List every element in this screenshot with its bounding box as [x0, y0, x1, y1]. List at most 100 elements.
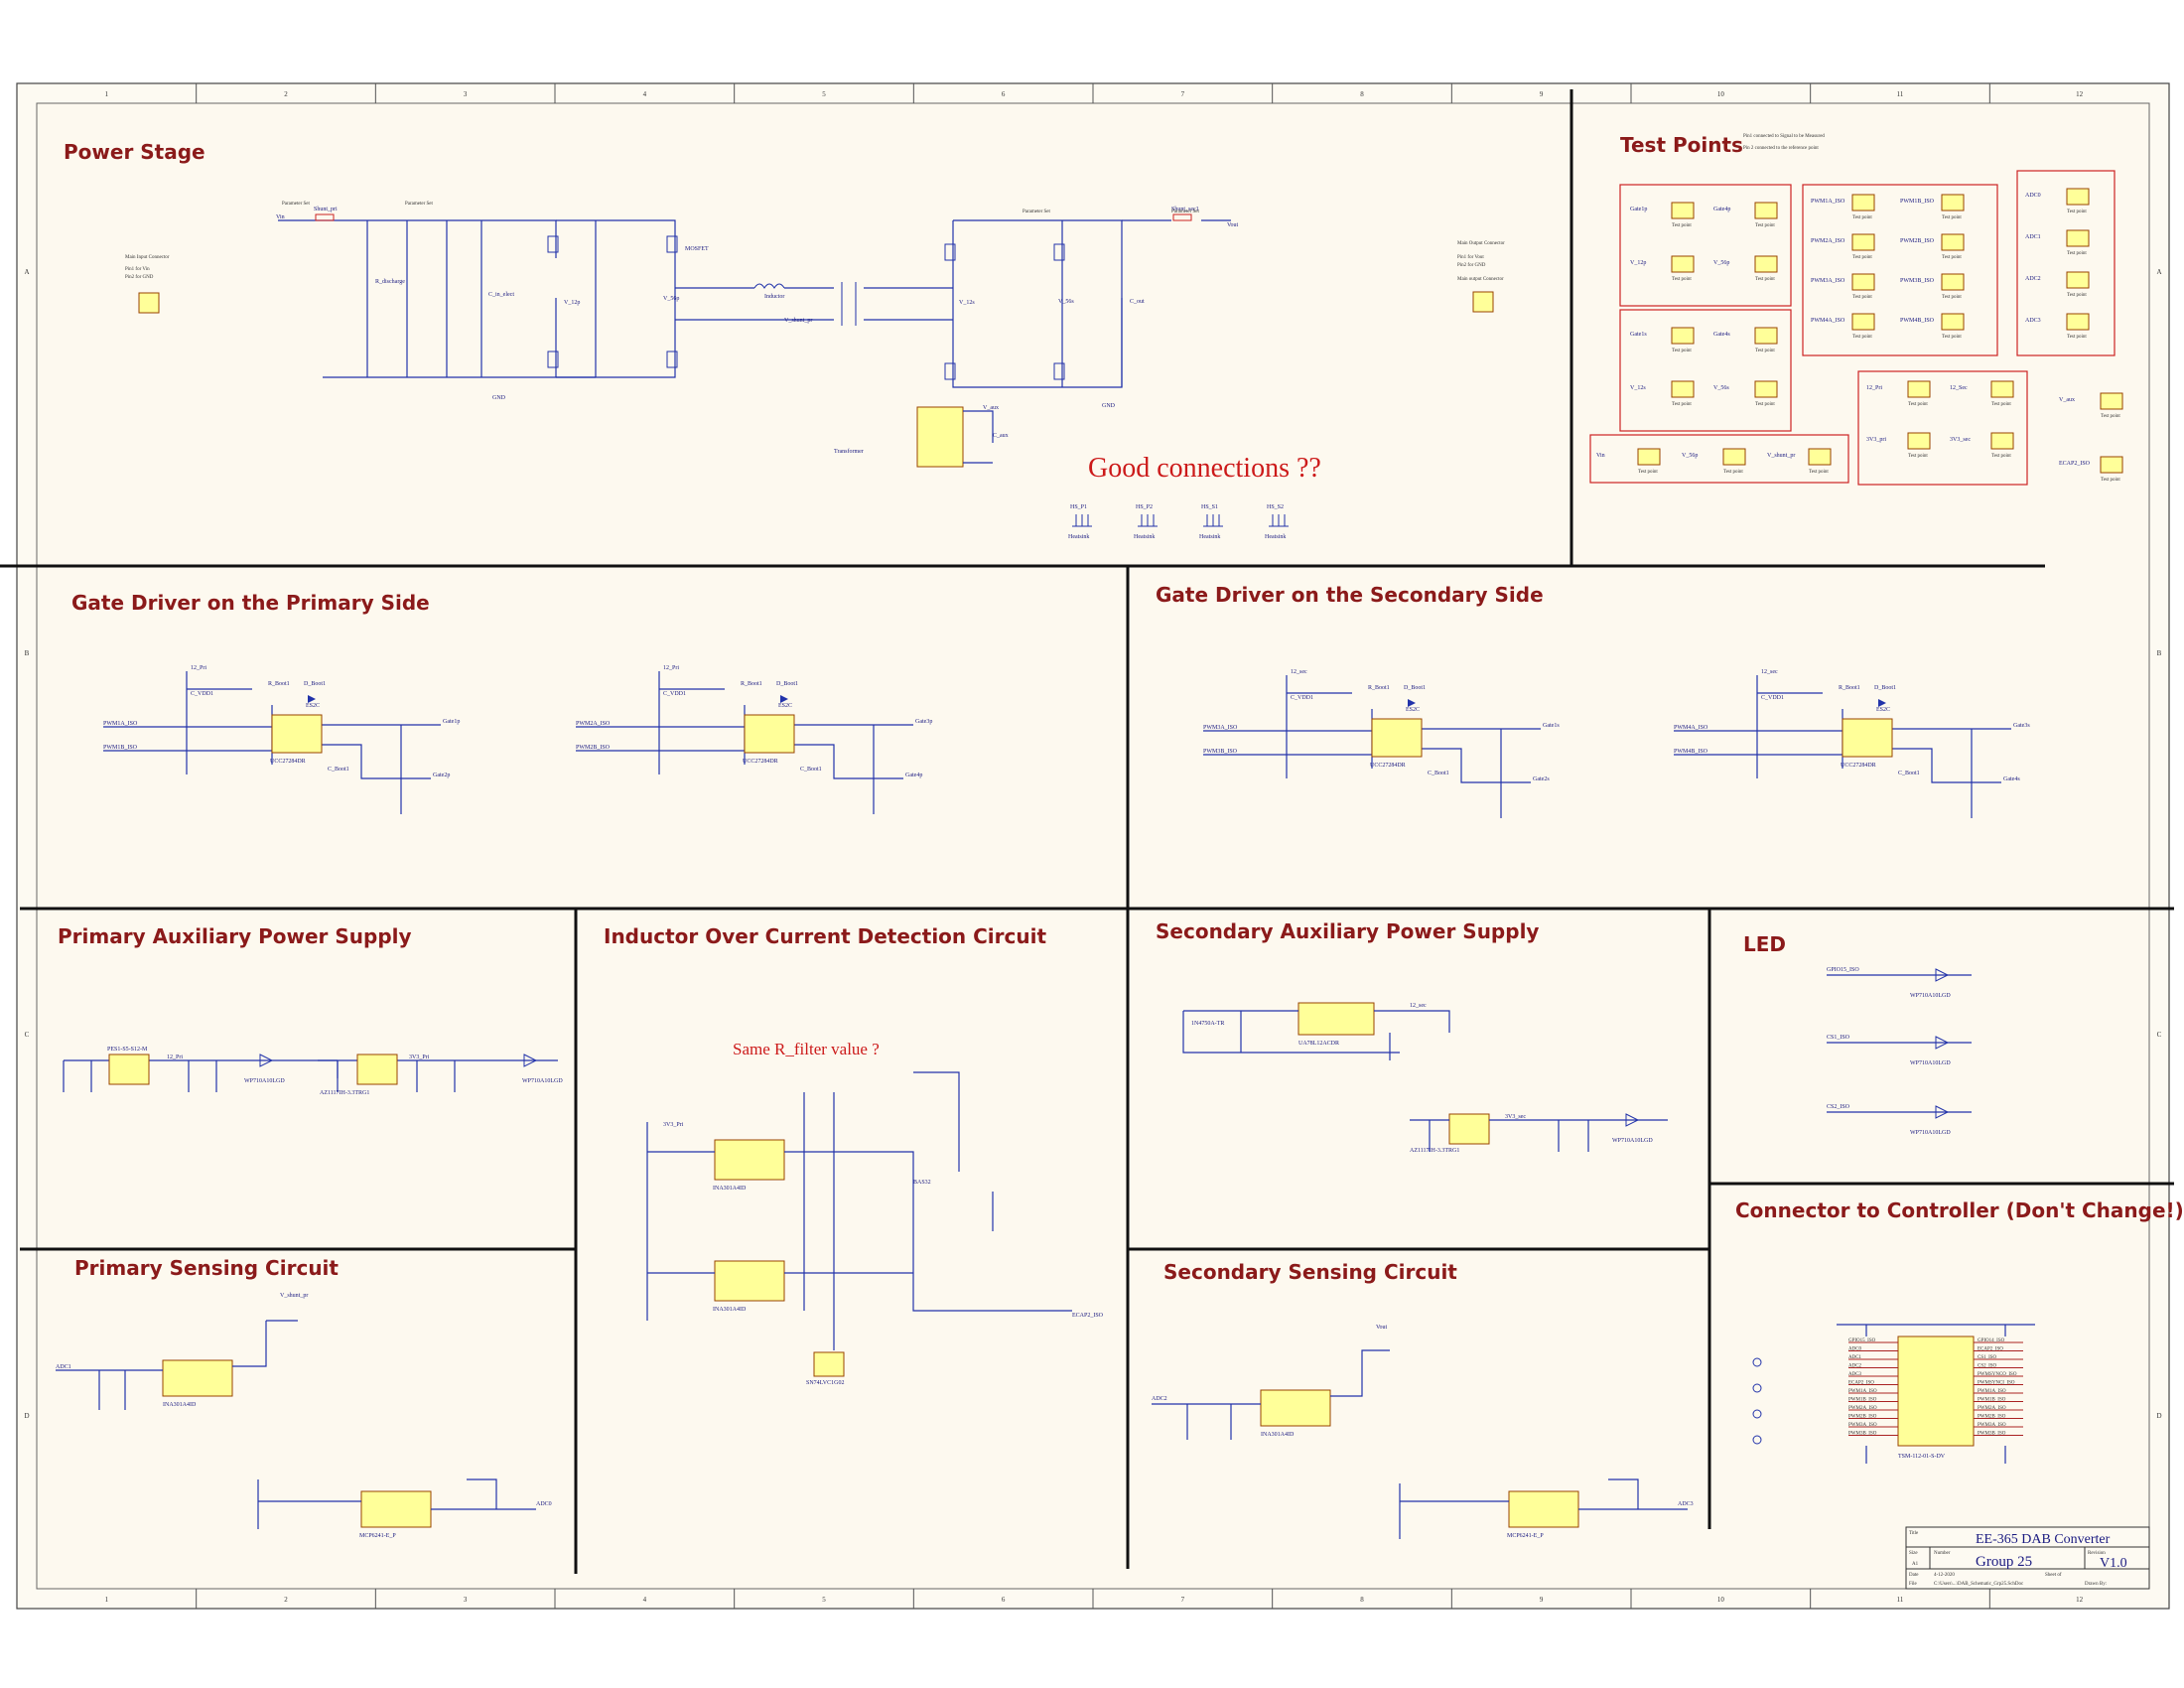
pin2-gnd-out-label: Pin2 for GND — [1457, 263, 1486, 268]
test-point-header — [1907, 380, 1931, 398]
pri-aux-3v3-label: 3V3_Pri — [409, 1055, 430, 1060]
heatsink-ref: HS_P2 — [1136, 504, 1153, 510]
main-output-connector-label: Main Output Connector — [1457, 241, 1505, 246]
test-point-header — [1671, 380, 1695, 398]
gate-driver-ic — [271, 714, 323, 754]
gate-driver-gate-b: Gate2p — [433, 773, 450, 778]
aux-rectifier — [916, 406, 964, 468]
ldo-regulator — [356, 1054, 398, 1085]
v12s-label: V_12s — [959, 300, 975, 306]
title-block: Title EE-365 DAB Converter Size A1 Numbe… — [1905, 1526, 2150, 1590]
nor-latch — [813, 1351, 845, 1377]
test-point-net-label: 12_Pri — [1866, 385, 1882, 391]
row-marker-left: B — [25, 649, 30, 657]
column-marker-bottom: 5 — [822, 1596, 826, 1604]
tb-title: EE-365 DAB Converter — [1976, 1532, 2111, 1547]
test-point-header — [1990, 432, 2014, 450]
test-point-net-label: PWM1A_ISO — [1811, 199, 1845, 205]
column-marker-bottom: 4 — [643, 1596, 647, 1604]
column-marker-top: 6 — [1002, 90, 1006, 98]
gate-driver-rail: 12_sec — [1291, 669, 1307, 675]
test-point-net-label: V_12s — [1630, 385, 1646, 391]
column-marker-bottom: 2 — [284, 1596, 288, 1604]
test-point-header — [1990, 380, 2014, 398]
gate-driver-ic-label: UCC27284DR — [1841, 763, 1876, 769]
test-point-header — [2066, 229, 2090, 247]
gate-driver-pwm-a: PWM1A_ISO — [103, 721, 138, 727]
title-inductor-oc: Inductor Over Current Detection Circuit — [604, 924, 1046, 948]
column-marker-bottom: 7 — [1181, 1596, 1185, 1604]
column-marker-top: 10 — [1717, 90, 1725, 98]
heatsink-label: Heatsink — [1265, 534, 1286, 540]
column-marker-bottom: 8 — [1360, 1596, 1364, 1604]
gate-driver-rail: 12_Pri — [191, 665, 206, 671]
test-point-net-label: PWM2A_ISO — [1811, 238, 1845, 244]
gate-driver-dboot: D_Boot1 — [304, 681, 326, 687]
tb-number: Group 25 — [1976, 1554, 2032, 1570]
test-point-header — [1851, 273, 1875, 291]
test-point-caption: Test point — [1942, 215, 1962, 220]
test-point-header — [1941, 313, 1965, 331]
sec-aux-3v3-label: 3V3_sec — [1505, 1114, 1526, 1120]
test-point-header — [2066, 188, 2090, 206]
test-point-header — [1907, 432, 1931, 450]
main-input-connector-label: Main Input Connector — [125, 255, 170, 260]
column-marker-bottom: 1 — [105, 1596, 109, 1604]
test-point-caption: Test point — [1852, 255, 1872, 260]
title-gate-driver-secondary: Gate Driver on the Secondary Side — [1156, 583, 1544, 607]
connector-right-pin: PWM3B_ISO — [1978, 1432, 2006, 1437]
title-secondary-sensing: Secondary Sensing Circuit — [1163, 1260, 1457, 1284]
ina301-2-label: INA301A4ID — [713, 1307, 747, 1313]
gate-driver-pwm-b: PWM4B_ISO — [1674, 749, 1708, 755]
gate-driver-diode-part: ES2C — [1406, 707, 1420, 713]
test-point-header — [2066, 313, 2090, 331]
test-point-net-label: ADC3 — [2025, 318, 2041, 324]
connector-right-pin: PWMSYNCI_ISO — [1978, 1381, 2015, 1386]
gate-driver-rboot: R_Boot1 — [741, 681, 762, 687]
gate-driver-rboot: R_Boot1 — [268, 681, 290, 687]
heatsink-label: Heatsink — [1199, 534, 1220, 540]
led-gpio-label: GPIO15_ISO — [1827, 967, 1859, 973]
gate-driver-pwm-a: PWM2A_ISO — [576, 721, 611, 727]
gate-driver-cboot: C_Boot1 — [1898, 771, 1920, 776]
gate-driver-gate-a: Gate1p — [443, 719, 460, 725]
pri-sense-opamp-label: MCP6241-E_P — [359, 1533, 396, 1539]
test-point-header — [1851, 194, 1875, 211]
column-marker-bottom: 3 — [464, 1596, 468, 1604]
test-point-caption: Test point — [1852, 335, 1872, 340]
vshunt-label: V_shunt_pr — [784, 318, 812, 324]
gate-driver-dboot: D_Boot1 — [1874, 685, 1896, 691]
gate-driver-gate-b: Gate2s — [1533, 776, 1550, 782]
test-point-header — [1941, 194, 1965, 211]
test-point-net-label: Gate4s — [1713, 332, 1730, 338]
oc-diode-label: BAS32 — [913, 1180, 931, 1186]
note-good-connections: Good connections ?? — [1088, 453, 1321, 484]
connector-right-pin: ECAP2_ISO — [1978, 1347, 2003, 1352]
test-point-header — [2100, 456, 2123, 474]
test-point-header — [1808, 448, 1832, 466]
param-set-1: Parameter Set — [282, 202, 311, 207]
gate-driver-rail: 12_Pri — [663, 665, 679, 671]
column-marker-bottom: 11 — [1897, 1596, 1904, 1604]
column-marker-top: 4 — [643, 90, 647, 98]
test-point-net-label: 3V3_sec — [1950, 437, 1971, 443]
test-point-caption: Test point — [1942, 255, 1962, 260]
test-point-header — [1941, 233, 1965, 251]
led-1-part: WP710A10LGD — [1910, 993, 1951, 999]
test-point-header — [1851, 313, 1875, 331]
gate-driver-diode-part: ES2C — [306, 703, 320, 709]
test-point-net-label: PWM4B_ISO — [1900, 318, 1935, 324]
test-point-net-label: V_56p — [1713, 260, 1729, 266]
test-point-header — [1671, 327, 1695, 345]
pin1-vin-label: Pin1 for Vin — [125, 267, 150, 272]
test-point-header — [1754, 380, 1778, 398]
test-point-net-label: V_56s — [1713, 385, 1729, 391]
test-point-net-label: Gate1p — [1630, 207, 1647, 212]
ina301-1-label: INA301A4ID — [713, 1186, 747, 1192]
gate-driver-rboot: R_Boot1 — [1368, 685, 1390, 691]
test-point-caption: Test point — [2101, 478, 2120, 483]
tb-sheet-label: Sheet of — [2045, 1573, 2062, 1578]
gate-driver-pwm-a: PWM4A_ISO — [1674, 725, 1708, 731]
input-connector — [138, 292, 160, 314]
test-point-net-label: PWM3B_ISO — [1900, 278, 1935, 284]
